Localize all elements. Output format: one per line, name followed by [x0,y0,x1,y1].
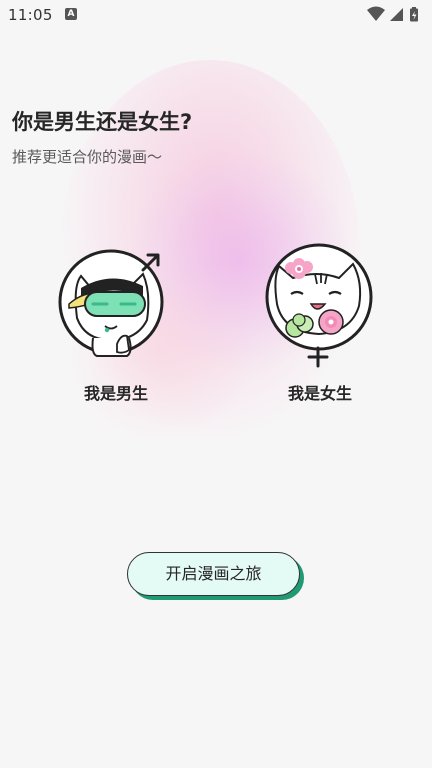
a-icon: A [65,8,77,20]
female-avatar [265,243,373,368]
male-choice-label: 我是男生 [83,384,148,403]
female-choice-label: 我是女生 [287,384,352,403]
signal-icon [390,8,403,21]
status-bar: 11:05 A [0,0,432,30]
wifi-icon [367,6,385,21]
female-symbol-icon [307,346,329,368]
male-avatar [58,249,164,357]
page-subtitle: 推荐更适合你的漫画～ [12,148,163,166]
page-title: 你是男生还是女生? [12,110,193,134]
start-journey-button[interactable]: 开启漫画之旅 [127,552,300,596]
male-choice[interactable]: 我是男生 [47,248,177,418]
status-icons [366,6,426,22]
battery-icon [410,7,418,22]
status-time: 11:05 [8,6,53,24]
female-choice[interactable]: 我是女生 [255,242,385,412]
